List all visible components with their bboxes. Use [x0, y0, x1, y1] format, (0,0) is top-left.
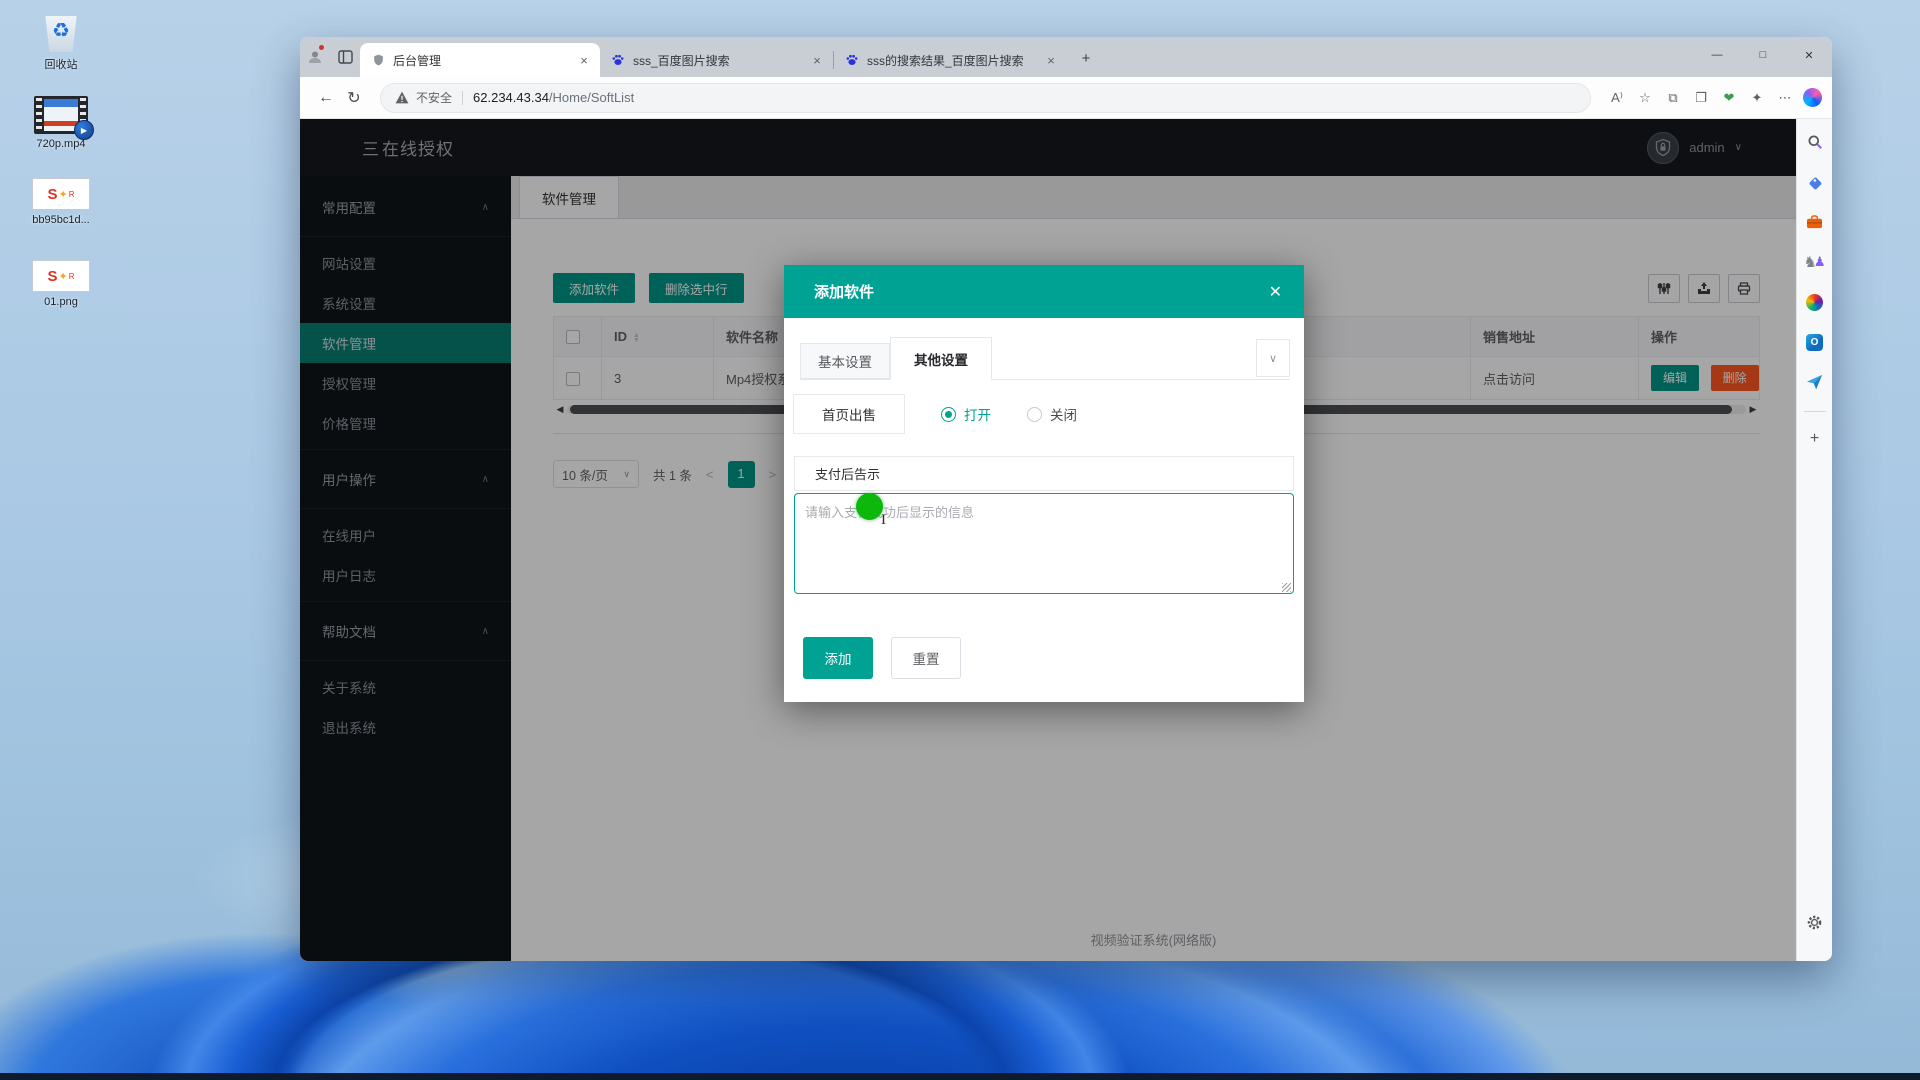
- taskbar-edge: [0, 1073, 1920, 1080]
- window-controls: — □ ✕: [1694, 37, 1832, 73]
- profile-button[interactable]: [300, 40, 330, 74]
- back-button[interactable]: ←: [312, 84, 340, 112]
- modal-tabs: 基本设置 其他设置 ∨: [800, 339, 1290, 380]
- notification-dot: [318, 44, 325, 51]
- outlook-icon[interactable]: O: [1802, 329, 1828, 355]
- new-tab-button[interactable]: +: [1073, 45, 1099, 71]
- baidu-favicon-icon: [844, 52, 860, 68]
- modal-title: 添加软件: [814, 281, 874, 302]
- url-path: /Home/SoftList: [549, 90, 634, 105]
- tab-close-icon[interactable]: ×: [576, 52, 592, 68]
- settings-gear-icon[interactable]: [1802, 909, 1828, 935]
- sidebar-search-icon[interactable]: [1802, 129, 1828, 155]
- maximize-button[interactable]: □: [1740, 37, 1786, 73]
- play-badge-icon: ▶: [74, 120, 94, 140]
- warning-icon: [395, 91, 409, 104]
- drop-send-icon[interactable]: [1802, 369, 1828, 395]
- url-host: 62.234.43.34: [473, 90, 549, 105]
- modal-add-button[interactable]: 添加: [803, 637, 873, 679]
- desktop-icon-image-1[interactable]: S✦R bb95bc1d...: [18, 178, 104, 226]
- browser-essentials-icon[interactable]: ❤: [1715, 84, 1743, 112]
- tab-title: sss的搜索结果_百度图片搜索: [867, 52, 1037, 69]
- browser-toolbar: ← ↻ 不安全 62.234.43.34 /Home/SoftList A⁾ ☆…: [300, 77, 1832, 119]
- tab-title: sss_百度图片搜索: [633, 52, 803, 69]
- recycle-bin-icon: ♻: [40, 6, 82, 52]
- split-screen-icon[interactable]: ⧉: [1659, 84, 1687, 112]
- image-file-icon: S✦R: [32, 260, 90, 292]
- modal-tab-basic-settings[interactable]: 基本设置: [800, 343, 890, 379]
- desktop-icon-image-2[interactable]: S✦R 01.png: [18, 260, 104, 308]
- radio-selected-icon: [941, 407, 956, 422]
- home-sale-label: 首页出售: [793, 394, 905, 434]
- image-file-icon: S✦R: [32, 178, 90, 210]
- more-menu-icon[interactable]: ⋯: [1771, 84, 1799, 112]
- games-icon[interactable]: ♞♟: [1802, 249, 1828, 275]
- address-divider: [462, 91, 463, 105]
- tab-close-icon[interactable]: ×: [1043, 52, 1059, 68]
- tab-baidu-results[interactable]: sss的搜索结果_百度图片搜索 ×: [834, 43, 1067, 77]
- read-aloud-icon[interactable]: A⁾: [1603, 84, 1631, 112]
- modal-header: 添加软件 ✕: [784, 265, 1304, 318]
- baidu-favicon-icon: [610, 52, 626, 68]
- radio-close[interactable]: 关闭: [1027, 404, 1077, 424]
- customize-sidebar-plus-icon[interactable]: +: [1802, 426, 1828, 452]
- textarea-resize-handle[interactable]: [1282, 583, 1291, 592]
- page-viewport: 三 在线授权 admin ∨ 常用配置∧ 网站设置 系统设置 软件管理: [300, 119, 1796, 961]
- modal-reset-button[interactable]: 重置: [891, 637, 961, 679]
- modal-close-icon[interactable]: ✕: [1269, 282, 1282, 302]
- radio-open[interactable]: 打开: [941, 404, 991, 424]
- desktop-icon-video[interactable]: ▶ 720p.mp4: [18, 96, 104, 150]
- add-software-modal: 添加软件 ✕ 基本设置 其他设置 ∨ 首页出售 打开 关闭: [784, 265, 1304, 702]
- tab-baidu-images[interactable]: sss_百度图片搜索 ×: [600, 43, 833, 77]
- shield-favicon-icon: [370, 52, 386, 68]
- payment-notice-label: 支付后告示: [794, 456, 1294, 491]
- security-label[interactable]: 不安全: [416, 89, 452, 106]
- address-bar[interactable]: 不安全 62.234.43.34 /Home/SoftList: [380, 83, 1591, 113]
- microsoft-365-icon[interactable]: [1802, 289, 1828, 315]
- tab-title: 后台管理: [393, 52, 570, 69]
- tabs-expand-button[interactable]: ∨: [1256, 339, 1290, 377]
- text-cursor: I: [881, 512, 886, 529]
- tools-icon[interactable]: [1802, 209, 1828, 235]
- modal-tab-other-settings[interactable]: 其他设置: [890, 337, 992, 380]
- collections-icon[interactable]: ❐: [1687, 84, 1715, 112]
- minimize-button[interactable]: —: [1694, 37, 1740, 73]
- copilot-icon[interactable]: [1803, 88, 1822, 107]
- video-file-icon: ▶: [34, 96, 88, 134]
- browser-window: 后台管理 × sss_百度图片搜索 × sss的搜索结果_百度图片搜索 × + …: [300, 37, 1832, 961]
- edge-sidebar: ♞♟ O +: [1796, 119, 1832, 961]
- browser-tabstrip: 后台管理 × sss_百度图片搜索 × sss的搜索结果_百度图片搜索 × + …: [300, 37, 1832, 77]
- desktop-icon-label: 回收站: [45, 56, 78, 72]
- desktop-icon-label: 01.png: [44, 296, 78, 308]
- desktop-icon-recycle-bin[interactable]: ♻ 回收站: [18, 6, 104, 72]
- desktop-icon-label: 720p.mp4: [37, 138, 86, 150]
- tab-admin-panel[interactable]: 后台管理 ×: [360, 43, 600, 77]
- favorites-icon[interactable]: ☆: [1631, 84, 1659, 112]
- close-button[interactable]: ✕: [1786, 37, 1832, 73]
- tab-close-icon[interactable]: ×: [809, 52, 825, 68]
- radio-unselected-icon: [1027, 407, 1042, 422]
- click-indicator: [856, 493, 883, 520]
- refresh-button[interactable]: ↻: [340, 84, 368, 112]
- extensions-icon[interactable]: ✦: [1743, 84, 1771, 112]
- divider: [1804, 411, 1826, 412]
- shopping-icon[interactable]: [1802, 169, 1828, 195]
- tab-actions-icon[interactable]: [330, 40, 360, 74]
- desktop-icon-label: bb95bc1d...: [32, 214, 90, 226]
- desktop-icons: ♻ 回收站 ▶ 720p.mp4 S✦R bb95bc1d... S✦R 01.…: [18, 6, 104, 330]
